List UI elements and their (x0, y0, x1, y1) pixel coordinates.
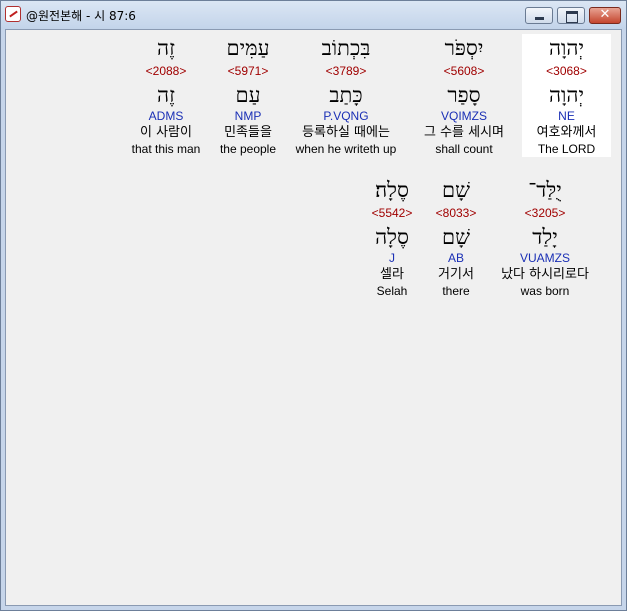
hebrew-lemma: עַם (235, 83, 261, 107)
hebrew-lemma: סָפַר (447, 83, 481, 107)
morphology-code: ADMS (148, 109, 184, 123)
hebrew-lemma: יְהוָה (548, 83, 585, 107)
english-gloss: Selah (376, 284, 408, 298)
hebrew-lemma: זֶה (157, 83, 175, 107)
interlinear-panel[interactable]: יְהוָה <3068> יְהוָה NE 여호와께서 The LORD י… (5, 29, 622, 606)
maximize-button[interactable] (557, 7, 585, 24)
english-gloss: there (442, 284, 470, 298)
korean-gloss: 났다 하시리로다 (501, 267, 589, 282)
morphology-code: J (389, 251, 395, 265)
english-gloss: The LORD (537, 142, 596, 156)
word-cell[interactable]: עַמִּים <5971> עַם NMP 민족들을 the people (212, 34, 284, 157)
title-bar[interactable]: @원전본해 - 시 87:6 ✕ (1, 1, 626, 29)
strong-number[interactable]: <3205> (490, 204, 600, 223)
korean-gloss: 등록하실 때에는 (302, 125, 390, 140)
strong-number[interactable]: <5971> (212, 62, 284, 81)
morphology-code: NMP (234, 109, 262, 123)
morphology-code: AB (447, 251, 464, 265)
app-window: @원전본해 - 시 87:6 ✕ יְהוָה <3068> יְהוָה NE… (0, 0, 627, 611)
strong-number[interactable]: <2088> (124, 62, 208, 81)
english-gloss: when he writeth up (295, 142, 397, 156)
strong-number[interactable]: <5542> (362, 204, 422, 223)
word-cell[interactable]: בִּכְתוֹב <3789> כָּתַב P.VQNG 등록하실 때에는 … (288, 34, 404, 157)
hebrew-lemma: סֶלָה (375, 225, 409, 249)
korean-gloss: 민족들을 (224, 125, 272, 140)
hebrew-word: יְהוָה (548, 36, 585, 60)
hebrew-word: יִסְפֹּר (444, 36, 484, 60)
korean-gloss: 그 수를 세시며 (423, 125, 505, 140)
english-gloss: was born (520, 284, 570, 298)
hebrew-word: זֶה (157, 36, 175, 60)
word-cell[interactable]: יִסְפֹּר <5608> סָפַר VQIMZS 그 수를 세시며 sh… (412, 34, 516, 157)
morphology-code: NE (558, 109, 575, 123)
close-button[interactable]: ✕ (589, 7, 621, 24)
minimize-button[interactable] (525, 7, 553, 24)
word-cell[interactable]: זֶה <2088> זֶה ADMS 이 사람이 that this man (124, 34, 208, 157)
strong-number[interactable]: <5608> (412, 62, 516, 81)
english-gloss: shall count (435, 142, 493, 156)
window-title: @원전본해 - 시 87:6 (26, 9, 136, 23)
hebrew-lemma: יָלַד (532, 225, 558, 249)
morphology-code: P.VQNG (323, 109, 369, 123)
korean-gloss: 셀라 (380, 267, 404, 282)
korean-gloss: 여호와께서 (536, 125, 597, 140)
hebrew-word: יֻלַּד־ (528, 178, 562, 202)
word-cell[interactable]: יְהוָה <3068> יְהוָה NE 여호와께서 The LORD (522, 34, 611, 157)
hebrew-word: סֶלָה׃ (375, 178, 409, 202)
strong-number[interactable]: <3789> (288, 62, 404, 81)
word-cell[interactable]: יֻלַּד־ <3205> יָלַד VUAMZS 났다 하시리로다 was… (490, 176, 600, 299)
close-icon: ✕ (599, 7, 611, 22)
korean-gloss: 거기서 (438, 267, 474, 282)
word-cell[interactable]: שָׁם <8033> שָׁם AB 거기서 there (426, 176, 486, 299)
morphology-code: VQIMZS (440, 109, 487, 123)
app-icon[interactable] (5, 6, 21, 22)
morphology-code: VUAMZS (519, 251, 570, 265)
hebrew-lemma: כָּתַב (329, 83, 363, 107)
hebrew-word: בִּכְתוֹב (321, 36, 371, 60)
korean-gloss: 이 사람이 (140, 125, 192, 140)
english-gloss: the people (219, 142, 277, 156)
strong-number[interactable]: <8033> (426, 204, 486, 223)
hebrew-word: עַמִּים (226, 36, 270, 60)
hebrew-lemma: שָׁם (442, 225, 470, 249)
english-gloss: that this man (131, 142, 201, 156)
strong-number[interactable]: <3068> (522, 62, 611, 81)
hebrew-word: שָׁם (442, 178, 470, 202)
word-cell[interactable]: סֶלָה׃ <5542> סֶלָה J 셀라 Selah (362, 176, 422, 299)
